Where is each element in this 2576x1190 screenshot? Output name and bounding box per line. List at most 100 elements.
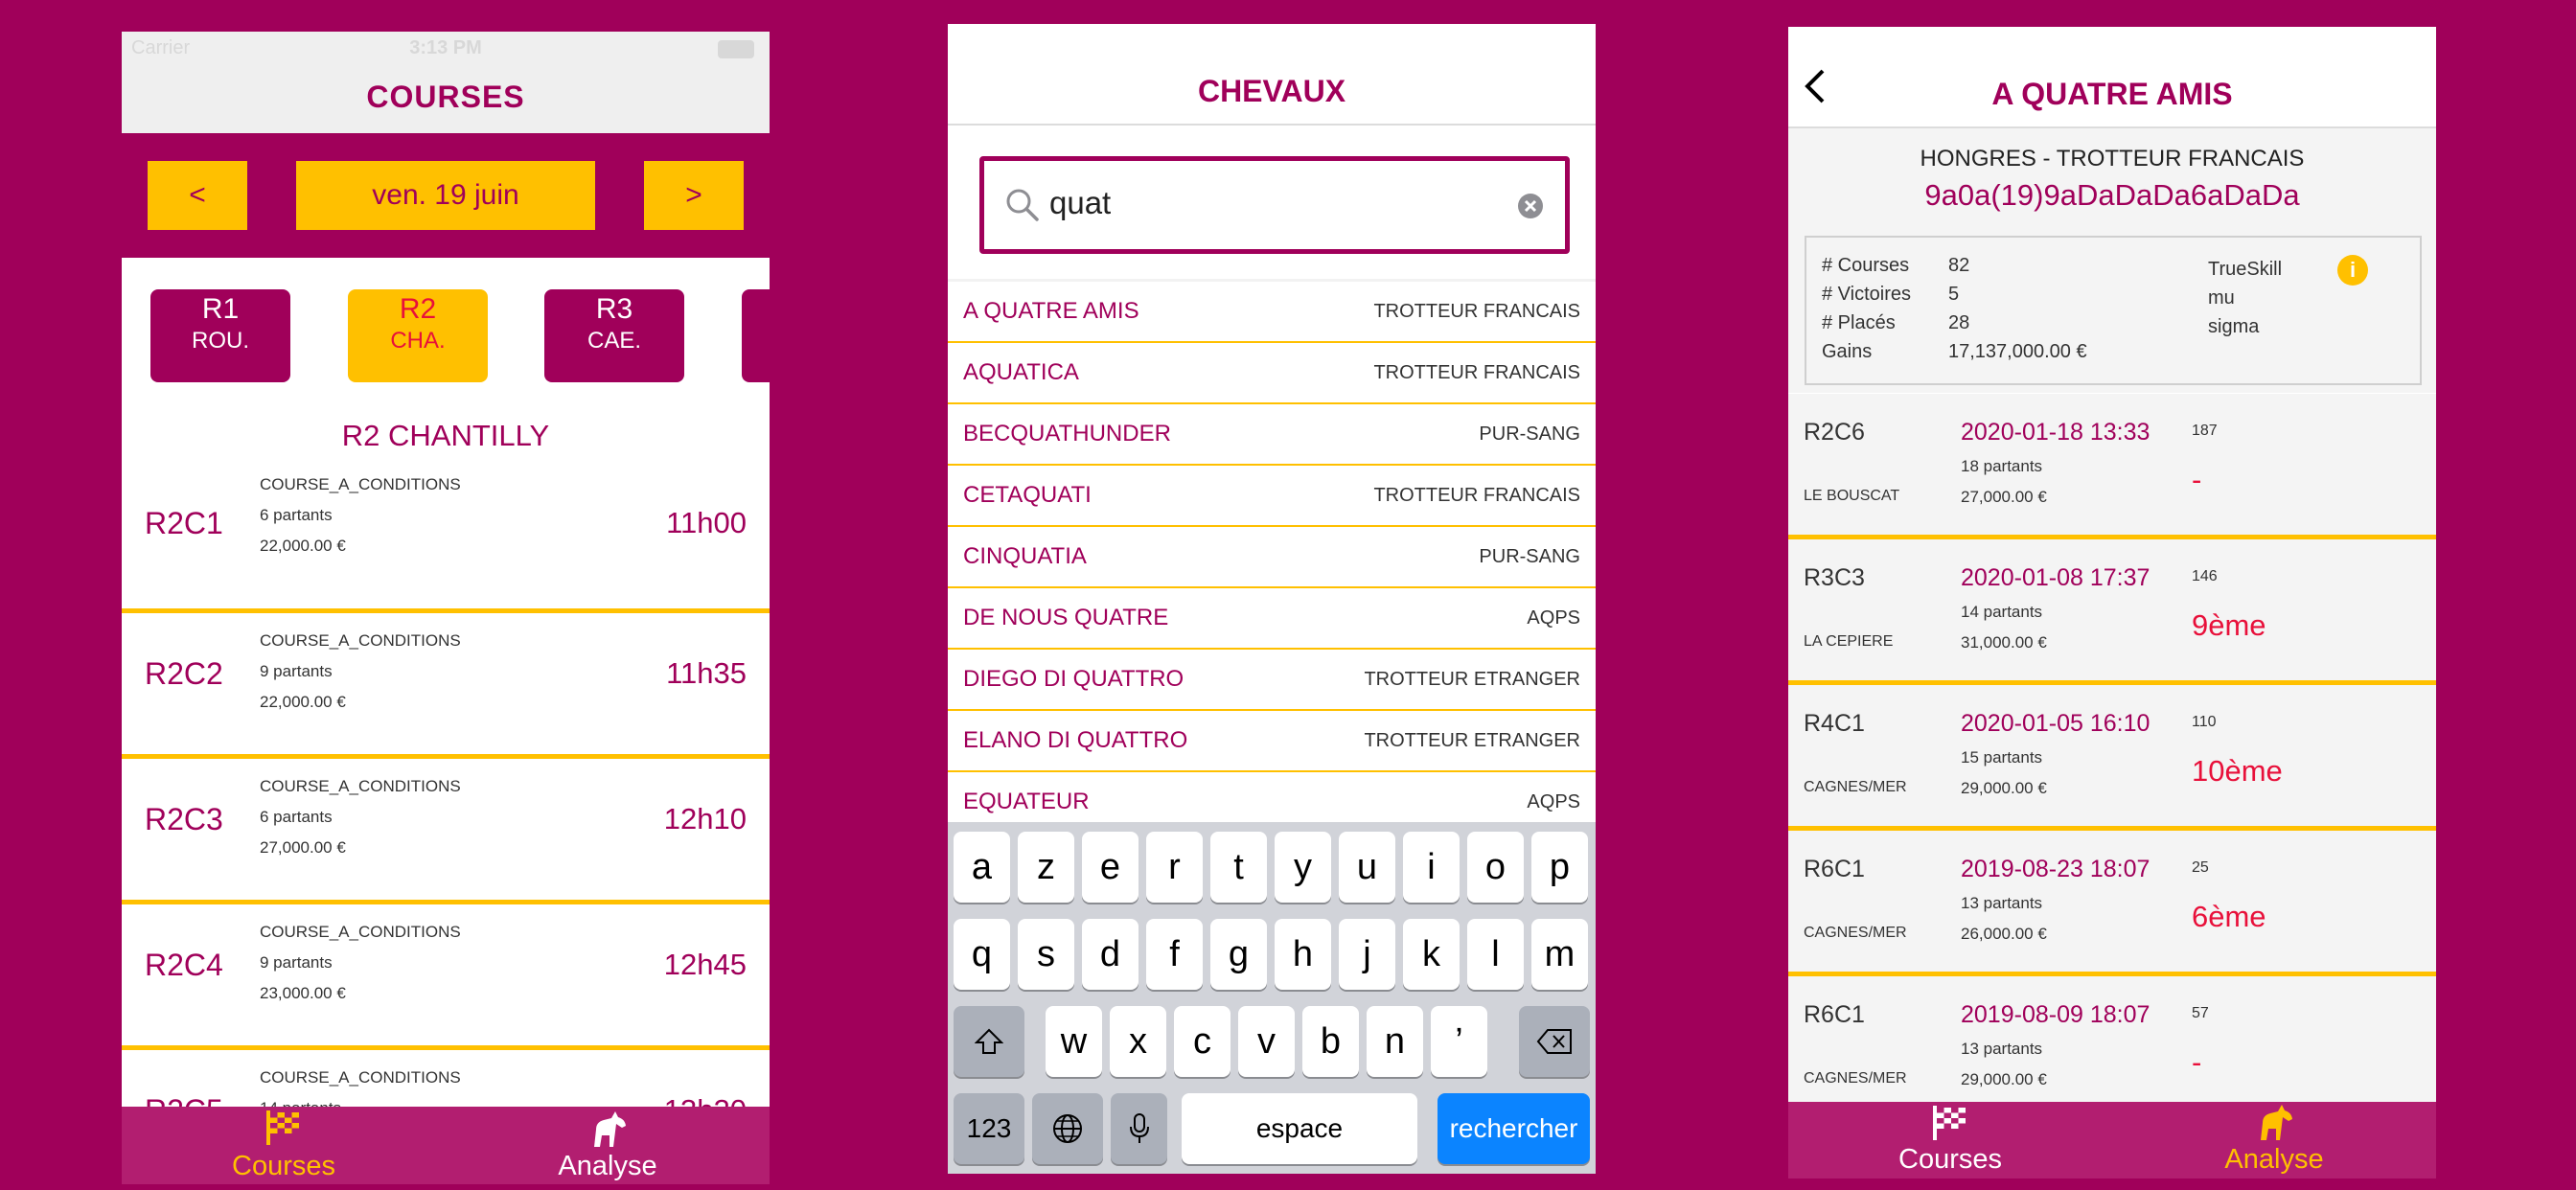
horse-breed: AQPS [1527, 607, 1580, 629]
info-icon[interactable]: i [2337, 255, 2368, 286]
horse-row[interactable]: AQUATICA TROTTEUR FRANCAIS [948, 343, 1596, 404]
tab-courses[interactable]: Courses [122, 1107, 446, 1184]
horse-row[interactable]: DIEGO DI QUATTRO TROTTEUR ETRANGER [948, 650, 1596, 711]
numbers-key[interactable]: 123 [954, 1093, 1024, 1164]
tab-analyse[interactable]: Analyse [446, 1107, 770, 1184]
reunion-r3[interactable]: R3 CAE. [544, 289, 684, 382]
key-t[interactable]: t [1210, 832, 1267, 903]
race-time: 11h00 [666, 506, 747, 539]
key-w[interactable]: w [1046, 1006, 1102, 1077]
shift-key[interactable] [954, 1006, 1024, 1077]
key-z[interactable]: z [1018, 832, 1074, 903]
tab-bar: Courses Analyse [122, 1107, 770, 1184]
victoires-value: 5 [1948, 284, 1960, 305]
race-code: R2C3 [145, 802, 223, 836]
perf-partants: 13 partants [1961, 1040, 2043, 1058]
horse-row[interactable]: ELANO DI QUATTRO TROTTEUR ETRANGER [948, 711, 1596, 772]
next-day-button[interactable]: > [644, 161, 744, 230]
reunion-code: R3 [595, 293, 633, 325]
key-i[interactable]: i [1403, 832, 1460, 903]
key-o[interactable]: o [1467, 832, 1524, 903]
clear-icon[interactable] [1517, 193, 1544, 219]
key-g[interactable]: g [1210, 919, 1267, 990]
globe-key[interactable] [1032, 1093, 1103, 1164]
key-l[interactable]: l [1467, 919, 1524, 990]
horse-breed: PUR-SANG [1479, 423, 1580, 445]
horse-row[interactable]: A QUATRE AMIS TROTTEUR FRANCAIS [948, 282, 1596, 343]
tab-analyse[interactable]: Analyse [2112, 1102, 2436, 1179]
prev-day-button[interactable]: < [148, 161, 247, 230]
key-r[interactable]: r [1146, 832, 1203, 903]
key-v[interactable]: v [1238, 1006, 1295, 1077]
reunion-r4[interactable] [742, 289, 770, 382]
perf-place: 9ème [2192, 608, 2266, 642]
performance-row[interactable]: R3C3 LA CEPIERE 2020-01-08 17:37 14 part… [1788, 539, 2436, 685]
key-e[interactable]: e [1082, 832, 1138, 903]
key-f[interactable]: f [1146, 919, 1203, 990]
horse-name: DE NOUS QUATRE [963, 605, 1169, 630]
search-return-key[interactable]: rechercher [1438, 1093, 1590, 1164]
search-box[interactable] [979, 156, 1570, 254]
horse-category: HONGRES - TROTTEUR FRANCAIS [1920, 146, 2305, 172]
horse-icon [594, 1111, 626, 1147]
gains-value: 17,137,000.00 € [1948, 341, 2087, 362]
race-row[interactable]: R2C1 COURSE_A_CONDITIONS 6 partants 22,0… [122, 469, 770, 613]
horse-name: AQUATICA [963, 359, 1079, 385]
race-row[interactable]: R2C4 COURSE_A_CONDITIONS 9 partants 23,0… [122, 904, 770, 1050]
perf-code: R4C1 [1804, 710, 1865, 737]
key-c[interactable]: c [1174, 1006, 1230, 1077]
perf-hippodrome: CAGNES/MER [1804, 925, 1907, 941]
race-row[interactable]: R2C2 COURSE_A_CONDITIONS 9 partants 22,0… [122, 613, 770, 759]
horse-row[interactable]: CETAQUATI TROTTEUR FRANCAIS [948, 466, 1596, 527]
key-k[interactable]: k [1403, 919, 1460, 990]
race-row[interactable]: R2C3 COURSE_A_CONDITIONS 6 partants 27,0… [122, 759, 770, 904]
horse-name: EQUATEUR [963, 789, 1090, 814]
key-m[interactable]: m [1531, 919, 1588, 990]
race-info: COURSE_A_CONDITIONS 6 partants 27,000.00… [260, 771, 461, 863]
horse-row[interactable]: CINQUATIA PUR-SANG [948, 527, 1596, 588]
space-key[interactable]: espace [1182, 1093, 1417, 1164]
horse-row[interactable]: DE NOUS QUATRE AQPS [948, 588, 1596, 650]
date-button[interactable]: ven. 19 juin [296, 161, 595, 230]
performance-row[interactable]: R6C1 CAGNES/MER 2019-08-09 18:07 13 part… [1788, 976, 2436, 1117]
key-a[interactable]: a [954, 832, 1010, 903]
tab-courses-label: Courses [1898, 1144, 2002, 1175]
performance-row[interactable]: R4C1 CAGNES/MER 2020-01-05 16:10 15 part… [1788, 685, 2436, 831]
reunion-r1[interactable]: R1 ROU. [150, 289, 290, 382]
globe-icon [1053, 1114, 1082, 1143]
race-code: R2C1 [145, 506, 223, 540]
key-s[interactable]: s [1018, 919, 1074, 990]
reunion-r2[interactable]: R2 CHA. [348, 289, 488, 382]
key-b[interactable]: b [1302, 1006, 1359, 1077]
key-j[interactable]: j [1339, 919, 1395, 990]
key-p[interactable]: p [1531, 832, 1588, 903]
perf-number: 25 [2192, 859, 2209, 876]
performance-row[interactable]: R6C1 CAGNES/MER 2019-08-23 18:07 13 part… [1788, 831, 2436, 976]
key-q[interactable]: q [954, 919, 1010, 990]
horse-row[interactable]: BECQUATHUNDER PUR-SANG [948, 404, 1596, 466]
horse-name: ELANO DI QUATTRO [963, 727, 1188, 753]
status-bar: Carrier 3:13 PM [122, 32, 770, 64]
key-apostrophe[interactable]: ’ [1431, 1006, 1487, 1077]
tab-bar: Courses Analyse [1788, 1102, 2436, 1179]
race-code: R2C2 [145, 656, 223, 691]
dictation-key[interactable] [1111, 1093, 1167, 1164]
delete-key[interactable] [1519, 1006, 1590, 1077]
key-h[interactable]: h [1275, 919, 1331, 990]
key-d[interactable]: d [1082, 919, 1138, 990]
perf-prize: 29,000.00 € [1961, 779, 2047, 797]
key-n[interactable]: n [1367, 1006, 1423, 1077]
checkered-flag-icon [266, 1110, 299, 1145]
key-x[interactable]: x [1110, 1006, 1166, 1077]
race-type: COURSE_A_CONDITIONS [260, 631, 461, 650]
search-input[interactable] [1047, 180, 1492, 226]
key-y[interactable]: y [1275, 832, 1331, 903]
race-prize: 23,000.00 € [260, 984, 346, 1002]
perf-place: - [2192, 463, 2202, 496]
key-u[interactable]: u [1339, 832, 1395, 903]
perf-code: R2C6 [1804, 419, 1865, 446]
tab-courses[interactable]: Courses [1788, 1102, 2112, 1179]
perf-date: 2020-01-18 13:33 [1961, 419, 2150, 446]
perf-number: 110 [2192, 714, 2217, 730]
performance-row[interactable]: R2C6 LE BOUSCAT 2020-01-18 13:33 18 part… [1788, 394, 2436, 539]
